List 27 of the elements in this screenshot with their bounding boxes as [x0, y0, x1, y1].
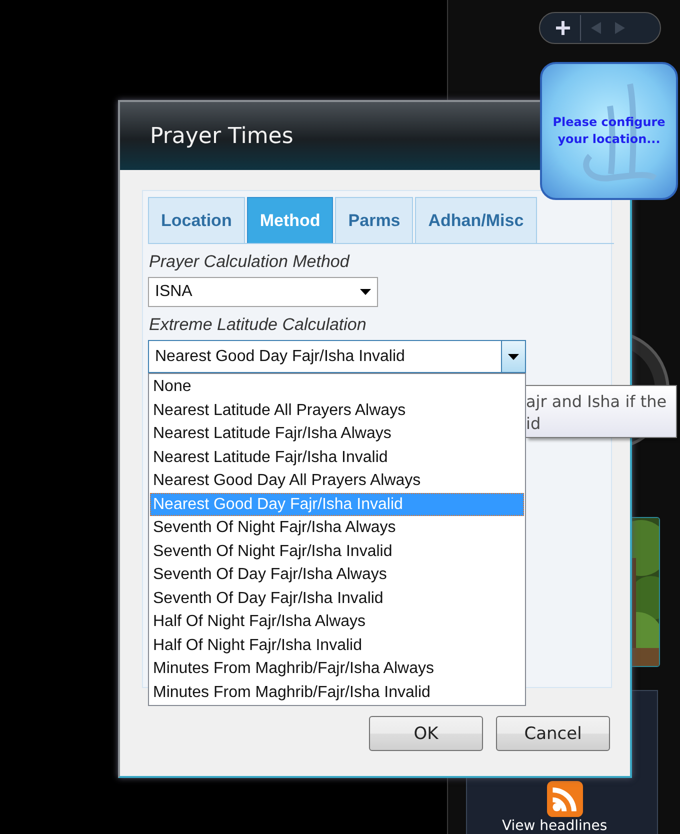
location-gadget[interactable]: Please configure your location...: [540, 62, 678, 200]
tab[interactable]: Parms: [335, 197, 414, 243]
list-option[interactable]: Half Of Night Fajr/Isha Always: [150, 610, 524, 634]
list-option[interactable]: Minutes From Maghrib/Fajr/Isha Always: [150, 657, 524, 680]
list-option[interactable]: Minutes From Maghrib/Fajr/Isha Invalid: [150, 680, 524, 704]
dropdown-field[interactable]: Nearest Good Day Fajr/Isha Invalid: [148, 340, 526, 373]
location-message: Please configure your location...: [552, 114, 666, 148]
window-title: Prayer Times: [150, 124, 294, 148]
list-option[interactable]: Nearest Latitude Fajr/Isha Invalid: [150, 446, 524, 469]
tab[interactable]: Location: [148, 197, 245, 243]
field-label: Extreme Latitude Calculation: [149, 315, 368, 335]
dropdown-field[interactable]: ISNA: [148, 277, 378, 307]
list-option[interactable]: Nearest Good Day All Prayers Always: [150, 469, 524, 492]
list-option[interactable]: Seventh Of Night Fajr/Isha Invalid: [150, 540, 524, 563]
list-option[interactable]: Seventh Of Day Fajr/Isha Invalid: [150, 586, 524, 610]
list-option[interactable]: Seventh Of Night Fajr/Isha Always: [150, 516, 524, 540]
list-option[interactable]: Half Of Night Fajr/Isha Invalid: [150, 634, 524, 657]
field-label: Prayer Calculation Method: [149, 252, 351, 272]
tab[interactable]: Adhan/Misc: [415, 197, 537, 243]
cancel-button[interactable]: Cancel: [496, 716, 610, 751]
list-option[interactable]: Nearest Latitude All Prayers Always: [150, 398, 524, 422]
list-option[interactable]: Nearest Latitude Fajr/Isha Always: [150, 422, 524, 446]
ok-button[interactable]: OK: [369, 716, 483, 751]
headlines-link[interactable]: View headlines: [502, 819, 608, 834]
list-option[interactable]: Seventh Of Day Fajr/Isha Always: [150, 563, 524, 586]
list-option[interactable]: None: [150, 375, 524, 398]
tooltip: ajr and Isha if the id: [526, 385, 677, 438]
